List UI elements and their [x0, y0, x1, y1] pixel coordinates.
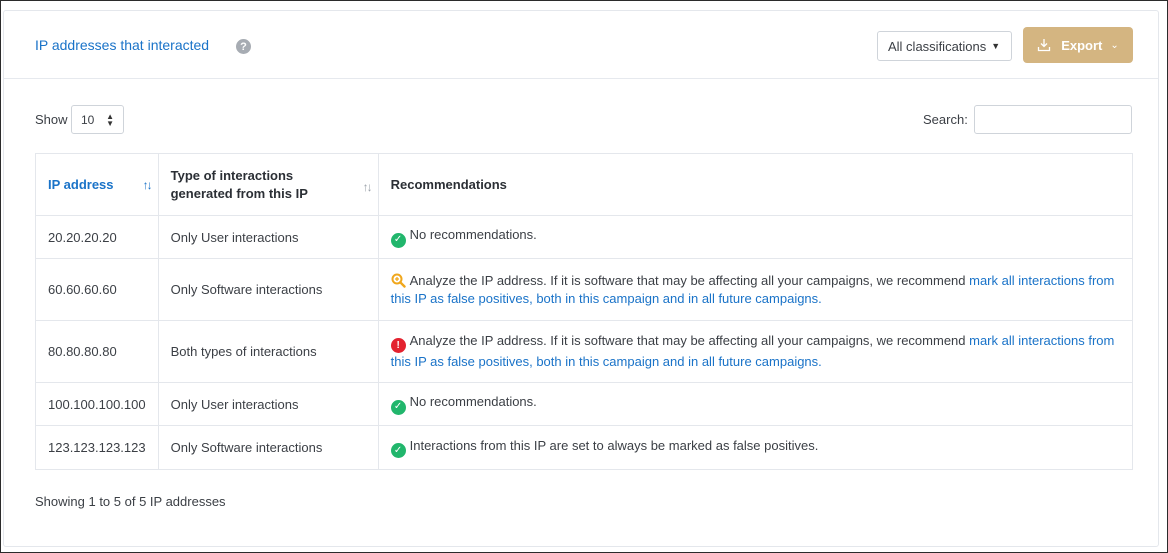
recommendation-text: Interactions from this IP are set to alw…: [409, 437, 819, 453]
recommendation-text-wrap: ! Analyze the IP address. If it is softwa…: [390, 332, 1120, 372]
column-header-ip[interactable]: IP address ↑↓: [35, 153, 159, 216]
check-icon: ✓: [390, 443, 406, 459]
table-row: 123.123.123.123 Only Software interaction…: [35, 425, 1134, 470]
table-header-row: IP address ↑↓ Type of interactions gener…: [35, 153, 1134, 216]
table-row: 60.60.60.60 Only Software interactions Ana…: [35, 258, 1134, 321]
page-title: IP addresses that interacted: [35, 37, 210, 53]
recommendation-cell: ✓ Interactions from this IP are set to al…: [378, 425, 1134, 470]
recommendation-text-wrap: ✓ No recommendations.: [390, 226, 1120, 248]
export-button[interactable]: Export ⌄: [1023, 27, 1133, 63]
ip-cell: 80.80.80.80: [35, 320, 159, 383]
recommendation-text: Analyze the IP address. If it is softwar…: [409, 272, 970, 288]
table-body: 20.20.20.20 Only User interactions ✓ No rec…: [35, 215, 1134, 470]
interaction-type-cell: Only User interactions: [158, 382, 379, 426]
classification-select[interactable]: All classifications ▼: [877, 31, 1012, 61]
recommendation-text: No recommendations.: [409, 394, 537, 410]
column-header-recommendations: Recommendations: [378, 153, 1134, 216]
sort-icon[interactable]: ↑↓: [363, 178, 373, 196]
recommendation-cell: ✓ No recommendations.: [378, 382, 1134, 426]
recommendation-cell: Analyze the IP address. If it is softwar…: [378, 258, 1134, 321]
ip-cell: 20.20.20.20: [35, 215, 159, 259]
interaction-type-cell: Only User interactions: [158, 215, 379, 259]
column-header-type[interactable]: Type of interactions generated from this…: [158, 153, 379, 216]
search-label: Search:: [923, 112, 968, 127]
ip-cell: 123.123.123.123: [35, 425, 159, 470]
recommendation-text-wrap: ✓ No recommendations.: [390, 393, 1120, 415]
check-icon: ✓: [390, 399, 406, 415]
recommendation-text: Analyze the IP address. If it is softwar…: [409, 332, 970, 348]
recommendation-text-wrap: Analyze the IP address. If it is softwar…: [391, 272, 1120, 308]
alert-icon: !: [390, 338, 406, 354]
page-size-select[interactable]: 10 ▲ ▼: [71, 105, 124, 134]
card-header: IP addresses that interacted ? All class…: [4, 11, 1158, 79]
ip-cell: 60.60.60.60: [35, 258, 159, 321]
caret-down-icon: ▼: [991, 41, 1001, 51]
classification-select-value: All classifications: [888, 38, 987, 54]
search-input[interactable]: [974, 105, 1132, 134]
sort-icon[interactable]: ↑↓: [143, 178, 153, 192]
export-label: Export: [1061, 37, 1103, 53]
ip-card: IP addresses that interacted ? All class…: [3, 10, 1159, 547]
download-icon: [1037, 38, 1051, 52]
updown-arrows-icon: ▲ ▼: [106, 112, 114, 128]
table-row: 20.20.20.20 Only User interactions ✓ No rec…: [35, 215, 1134, 259]
interaction-type-cell: Both types of interactions: [158, 320, 379, 383]
magnify-icon: [391, 273, 406, 288]
show-label: Show: [35, 112, 68, 127]
interaction-type-cell: Only Software interactions: [158, 425, 379, 470]
ip-table: IP address ↑↓ Type of interactions gener…: [35, 153, 1134, 470]
recommendation-cell: ! Analyze the IP address. If it is softwa…: [378, 320, 1134, 383]
window-frame: IP addresses that interacted ? All class…: [0, 0, 1168, 553]
column-header-type-label: Type of interactions generated from this…: [170, 167, 308, 201]
recommendation-text-wrap: ✓ Interactions from this IP are set to al…: [390, 437, 1120, 459]
table-row: 80.80.80.80 Both types of interactions! An…: [35, 320, 1134, 383]
column-header-ip-label: IP address: [48, 177, 114, 192]
chevron-down-icon: ⌄: [1110, 39, 1119, 51]
pagination-info: Showing 1 to 5 of 5 IP addresses: [35, 494, 226, 509]
recommendation-text: No recommendations.: [409, 227, 537, 243]
column-header-recommendations-label: Recommendations: [390, 177, 507, 192]
check-icon: ✓: [390, 232, 406, 248]
help-icon[interactable]: ?: [236, 39, 251, 54]
page-size-value: 10: [81, 112, 95, 127]
interaction-type-cell: Only Software interactions: [158, 258, 379, 321]
recommendation-cell: ✓ No recommendations.: [378, 215, 1134, 259]
table-row: 100.100.100.100 Only User interactions ✓ No…: [35, 382, 1134, 426]
ip-cell: 100.100.100.100: [35, 382, 159, 426]
